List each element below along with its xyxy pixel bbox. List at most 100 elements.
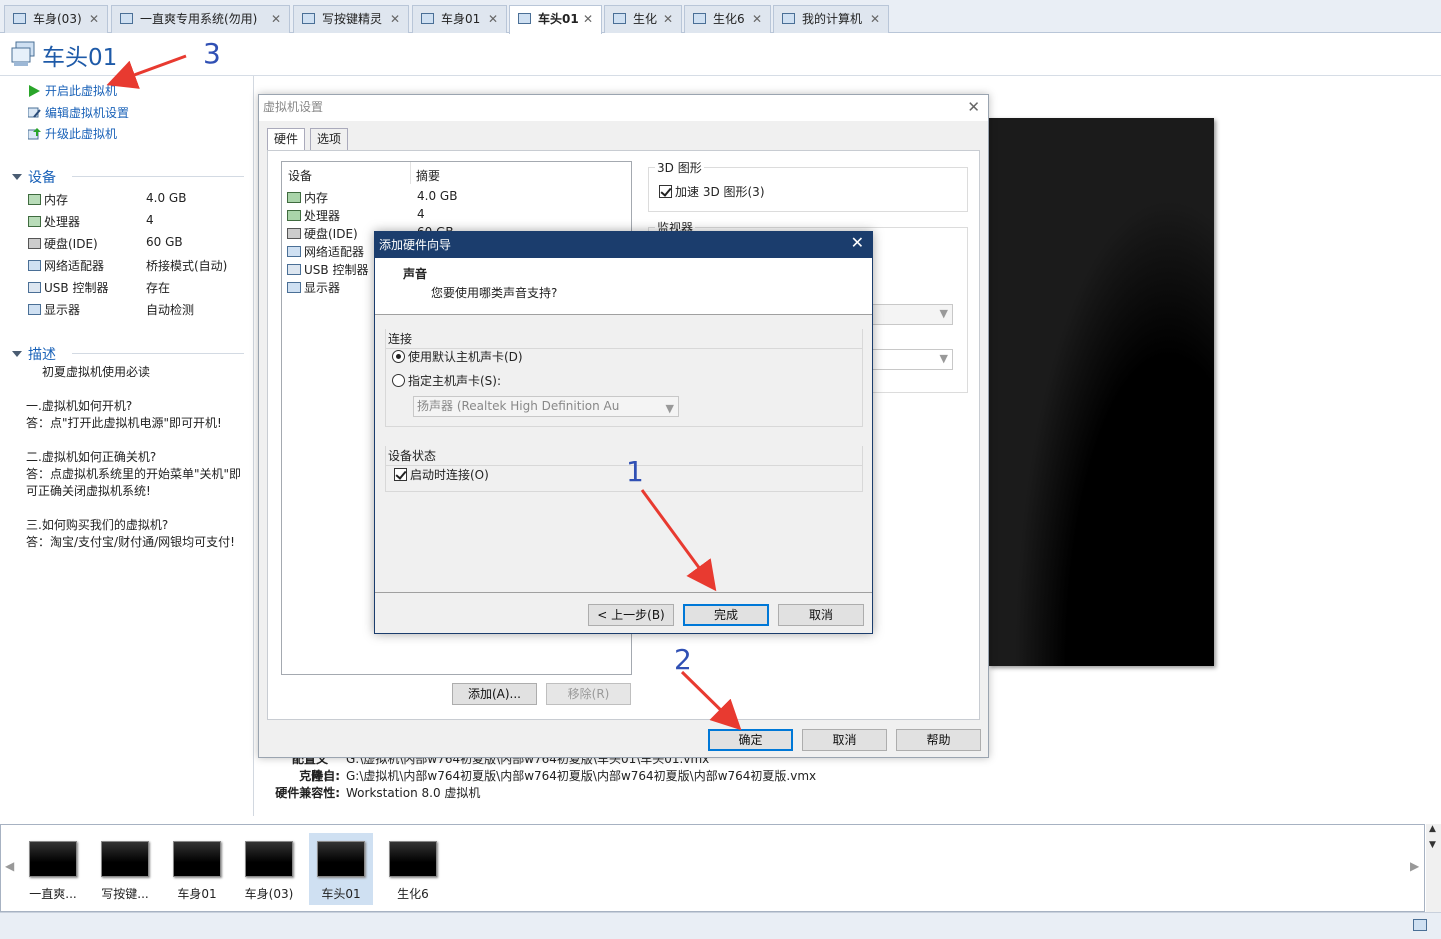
thumbnail-item[interactable]: 车身01 (165, 833, 229, 905)
edit-settings-icon (28, 107, 41, 118)
clone-from-label: 克隆自: (299, 769, 340, 783)
faq-question: 二.虚拟机如何正确关机? (26, 450, 157, 464)
accelerate-3d-checkbox[interactable]: 加速 3D 图形(3) (659, 183, 765, 200)
network-icon (287, 246, 301, 257)
thumbnail-item[interactable]: 车身(03) (237, 833, 301, 905)
tab-my-computer[interactable]: 我的计算机 ✕ (773, 5, 889, 33)
start-vm-link[interactable]: 开启此虚拟机 (28, 82, 117, 99)
thumbnail-item-selected[interactable]: 车头01 (309, 833, 373, 905)
column-header[interactable]: 设备 (288, 167, 312, 184)
monitor-select-2[interactable]: ▼ (867, 349, 953, 370)
device-usb[interactable]: USB 控制器 存在 (28, 279, 248, 296)
radio-selected-icon (392, 350, 405, 363)
vm-thumbnail-image (173, 841, 221, 877)
close-icon[interactable]: ✕ (271, 6, 281, 32)
divider (375, 592, 872, 593)
annotation-number-2: 2 (674, 643, 692, 676)
help-button[interactable]: 帮助 (896, 729, 981, 751)
device-harddisk[interactable]: 硬盘(IDE) 60 GB (28, 235, 248, 252)
device-processor[interactable]: 处理器 4 (28, 213, 248, 230)
faq-answer: 答：点虚拟机系统里的开始菜单"关机"即可正确关闭虚拟机系统! (26, 467, 242, 498)
group-label: 连接 (386, 329, 862, 349)
thumbnail-item[interactable]: 写按键... (93, 833, 157, 905)
group-label: 设备状态 (386, 446, 862, 466)
vm-preview-screen[interactable] (988, 118, 1214, 666)
connection-group: 连接 使用默认主机声卡(D) 指定主机声卡(S): 扬声器 (Realtek H… (385, 329, 863, 427)
collapse-icon (12, 351, 22, 357)
back-button[interactable]: < 上一步(B) (588, 604, 674, 626)
scroll-up-icon[interactable]: ▲ (1429, 824, 1436, 834)
vm-icon (518, 13, 531, 24)
thumbnail-item[interactable]: 一直爽... (21, 833, 85, 905)
tab-yizhishuang[interactable]: 一直爽专用系统(勿用) ✕ (111, 5, 290, 33)
vm-thumbnail-image (101, 841, 149, 877)
soundcard-select[interactable]: 扬声器 (Realtek High Definition Au ▼ (413, 396, 679, 417)
close-icon[interactable]: ✕ (488, 6, 498, 32)
harddisk-icon (287, 228, 301, 239)
add-hardware-button[interactable]: 添加(A)... (452, 683, 537, 705)
faq-answer: 答：淘宝/支付宝/财付通/网银均可支付! (26, 535, 235, 549)
list-item[interactable]: 内存 4.0 GB (287, 189, 617, 206)
upgrade-icon (28, 128, 41, 140)
remove-hardware-button[interactable]: 移除(R) (546, 683, 631, 705)
ok-button[interactable]: 确定 (708, 729, 793, 751)
device-network[interactable]: 网络适配器 桥接模式(自动) (28, 257, 248, 274)
device-display[interactable]: 显示器 自动检测 (28, 301, 248, 318)
finish-button[interactable]: 完成 (683, 604, 769, 626)
tab-chetou01[interactable]: 车头01 ✕ (509, 5, 602, 34)
memory-icon (287, 192, 301, 203)
compat-value: Workstation 8.0 虚拟机 (346, 786, 481, 800)
cancel-button[interactable]: 取消 (778, 604, 864, 626)
scroll-left-icon[interactable]: ◀ (5, 859, 14, 873)
tab-chesheng01[interactable]: 车身01 ✕ (412, 5, 507, 33)
device-memory[interactable]: 内存 4.0 GB (28, 191, 248, 208)
column-header[interactable]: 摘要 (416, 167, 440, 184)
close-icon[interactable]: ✕ (390, 6, 400, 32)
list-item[interactable]: 处理器 4 (287, 207, 617, 224)
divider (410, 162, 411, 184)
specify-soundcard-radio[interactable]: 指定主机声卡(S): (392, 372, 501, 389)
close-icon[interactable]: ✕ (967, 98, 980, 116)
play-icon (29, 85, 40, 97)
tab-shenghua6[interactable]: 生化6 ✕ (684, 5, 771, 33)
monitor-select-1[interactable]: ▼ (867, 304, 953, 325)
close-icon[interactable]: ✕ (870, 6, 880, 32)
chevron-down-icon: ▼ (939, 352, 948, 365)
tab-options[interactable]: 选项 (310, 128, 349, 150)
group-label: 3D 图形 (655, 159, 704, 176)
close-icon[interactable]: ✕ (663, 6, 673, 32)
description-title: 初夏虚拟机使用必读 (42, 365, 151, 379)
chevron-down-icon: ▼ (939, 307, 948, 320)
tab-xieanjian[interactable]: 写按键精灵 ✕ (293, 5, 409, 33)
sidebar: 开启此虚拟机 编辑虚拟机设置 升级此虚拟机 设备 内存 4.0 GB 处理器 4 硬… (0, 76, 254, 816)
edit-vm-settings-link[interactable]: 编辑虚拟机设置 (28, 104, 129, 121)
monitor-icon (287, 282, 301, 293)
upgrade-vm-link[interactable]: 升级此虚拟机 (28, 125, 117, 142)
add-hardware-wizard: 添加硬件向导 ✕ 声音 您要使用哪类声音支持? 连接 使用默认主机声卡(D) 指… (374, 231, 873, 634)
processor-icon (28, 216, 41, 227)
tab-hardware[interactable]: 硬件 (267, 128, 306, 151)
cancel-button[interactable]: 取消 (802, 729, 887, 751)
tab-chesheng03[interactable]: 车身(03) ✕ (4, 5, 108, 33)
use-default-soundcard-radio[interactable]: 使用默认主机声卡(D) (392, 348, 523, 365)
status-bar (0, 912, 1441, 939)
description-section-toggle[interactable]: 描述 (12, 344, 56, 364)
thumbnail-item[interactable]: 生化6 (381, 833, 445, 905)
close-icon[interactable]: ✕ (89, 6, 99, 32)
network-icon (28, 260, 41, 271)
close-icon[interactable]: ✕ (851, 233, 864, 252)
usb-icon (28, 282, 41, 293)
close-icon[interactable]: ✕ (583, 6, 593, 32)
page-title: 车头01 (42, 45, 118, 71)
scroll-down-icon[interactable]: ▼ (1429, 840, 1436, 850)
vm-icon (302, 13, 315, 24)
close-icon[interactable]: ✕ (752, 6, 762, 32)
message-log-icon[interactable] (1413, 919, 1427, 931)
devices-section-toggle[interactable]: 设备 (12, 167, 56, 187)
scroll-right-icon[interactable]: ▶ (1410, 859, 1419, 873)
tab-shenghua[interactable]: 生化 ✕ (604, 5, 682, 33)
checkbox-checked-icon (394, 468, 407, 481)
thumbnail-scrollbar[interactable]: ▲ ▼ (1426, 824, 1441, 912)
wizard-subheading: 您要使用哪类声音支持? (431, 286, 558, 300)
connect-at-power-on-checkbox[interactable]: 启动时连接(O) (394, 466, 489, 483)
